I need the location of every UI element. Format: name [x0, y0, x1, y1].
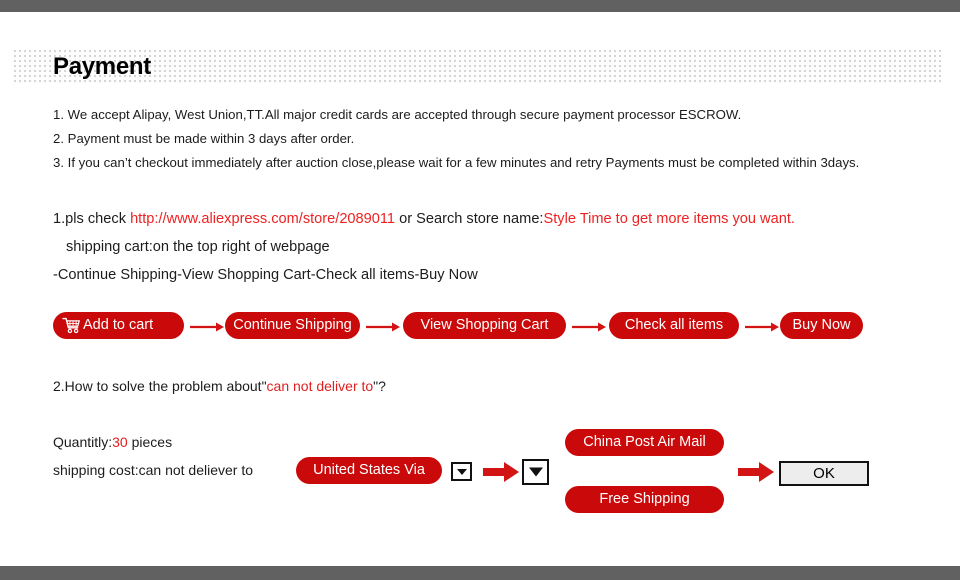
flow-text-summary: -Continue Shipping-View Shopping Cart-Ch… [53, 267, 478, 283]
flow-arrow-2 [366, 320, 401, 332]
page-title: Payment [53, 53, 151, 80]
shipping-cost-label: shipping cost:can not deliever to [53, 462, 254, 478]
quantity-value: 30 [112, 434, 128, 450]
shipping-method-dropdown-large[interactable] [522, 459, 549, 485]
problem-question: 2.How to solve the problem about"can not… [53, 377, 386, 396]
problem-prefix: 2.How to solve the problem about" [53, 378, 267, 394]
store-link[interactable]: http://www.aliexpress.com/store/2089011 [130, 211, 395, 227]
top-gray-bar [0, 0, 960, 12]
view-shopping-cart-button[interactable]: View Shopping Cart [403, 312, 566, 339]
quantity-unit: pieces [127, 434, 173, 450]
store-check-prefix: 1.pls check [53, 211, 131, 227]
flow-arrow-1 [190, 320, 225, 332]
ok-button[interactable]: OK [779, 461, 869, 486]
add-to-cart-button[interactable]: Add to cart [53, 312, 184, 339]
store-check-line: 1.pls check http://www.aliexpress.com/st… [53, 210, 795, 229]
add-to-cart-label: Add to cart [83, 317, 154, 333]
buy-now-button[interactable]: Buy Now [780, 312, 863, 339]
store-name: Style Time to get more items you want. [543, 211, 795, 227]
check-all-items-button[interactable]: Check all items [609, 312, 739, 339]
terms-item-1: 1. We accept Alipay, West Union,TT.All m… [53, 107, 742, 122]
chevron-down-icon [528, 467, 543, 477]
continue-shipping-button[interactable]: Continue Shipping [225, 312, 360, 339]
quantity-line: Quantitly:30 pieces [53, 433, 172, 452]
shipping-cart-hint: shipping cart:on the top right of webpag… [66, 239, 330, 255]
terms-item-3: 3. If you can’t checkout immediately aft… [53, 155, 860, 170]
shipping-method-dropdown-small[interactable] [451, 462, 472, 481]
shipping-arrow-1 [483, 460, 520, 484]
payment-header-band [14, 50, 943, 83]
quantity-label: Quantitly: [53, 434, 113, 450]
problem-suffix: "? [373, 378, 386, 394]
shipping-arrow-2 [738, 460, 775, 484]
problem-highlight: can not deliver to [266, 378, 374, 394]
shopping-cart-icon [62, 317, 81, 334]
bottom-gray-bar [0, 566, 960, 580]
store-check-middle: or Search store name: [395, 211, 544, 227]
shipping-option-china-post[interactable]: China Post Air Mail [565, 429, 724, 456]
country-pill[interactable]: United States Via [296, 457, 442, 484]
chevron-down-icon [456, 468, 467, 475]
terms-item-2: 2. Payment must be made within 3 days af… [53, 131, 355, 146]
flow-arrow-3 [572, 320, 607, 332]
flow-arrow-4 [745, 320, 780, 332]
shipping-option-free-shipping[interactable]: Free Shipping [565, 486, 724, 513]
